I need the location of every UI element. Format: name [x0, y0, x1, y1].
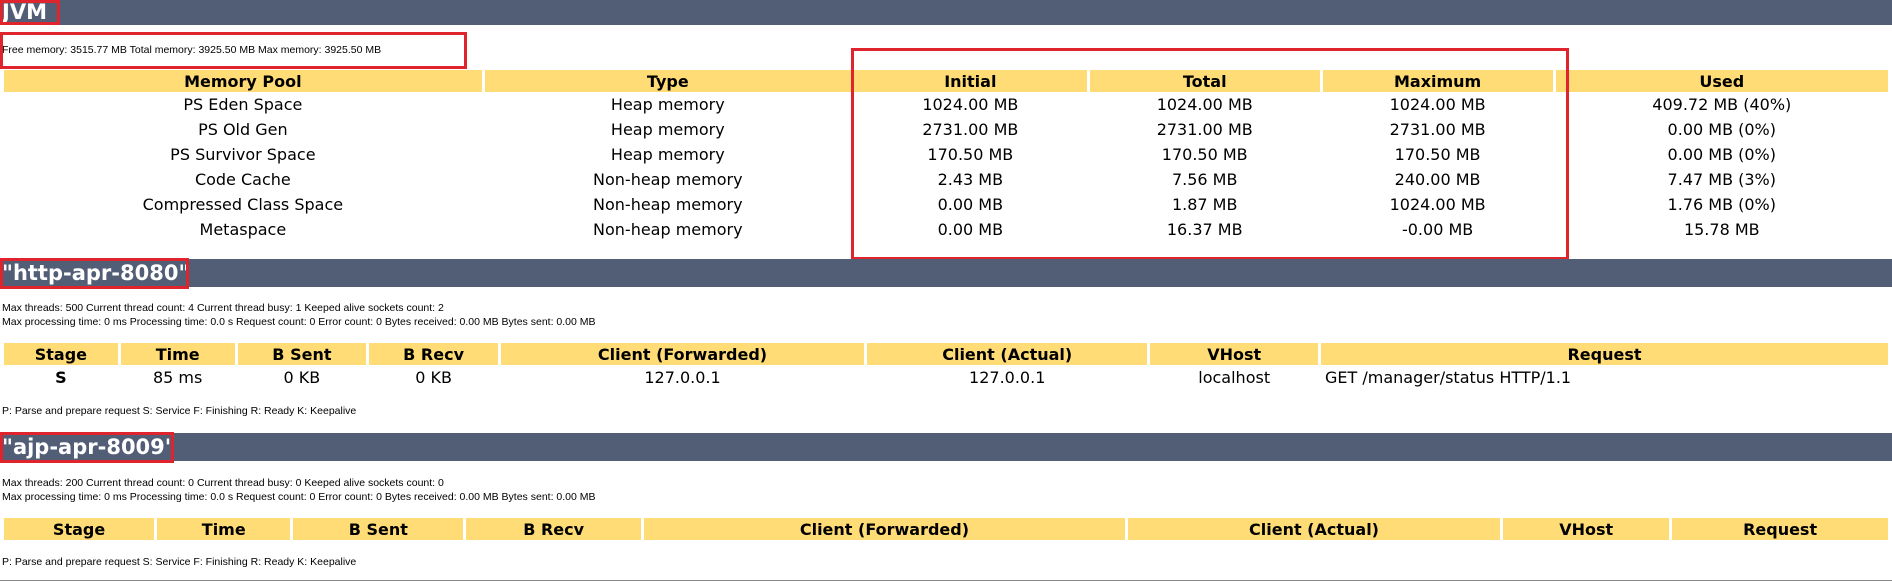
pool-type: Non-heap memory — [593, 170, 743, 189]
stage-value: S — [55, 368, 67, 387]
ajp-heading-highlight — [0, 432, 174, 463]
vhost-value: localhost — [1198, 368, 1271, 387]
pool-name: Code Cache — [194, 170, 291, 189]
col-bytes-sent: B Sent — [237, 343, 367, 365]
client-forwarded-value: 127.0.0.1 — [644, 368, 721, 387]
ajp-request-table: Stage Time B Sent B Recv Client (Forward… — [1, 518, 1891, 540]
ajp-header-row: Stage Time B Sent B Recv Client (Forward… — [4, 518, 1888, 540]
col-client-forwarded: Client (Forwarded) — [500, 343, 865, 365]
pool-type: Non-heap memory — [593, 195, 743, 214]
pool-type: Heap memory — [610, 145, 725, 164]
pool-name: PS Survivor Space — [170, 145, 316, 164]
col-request: Request — [1672, 518, 1888, 540]
pool-used: 0.00 MB (0%) — [1667, 145, 1776, 164]
col-time: Time — [120, 343, 235, 365]
client-actual-value: 127.0.0.1 — [969, 368, 1046, 387]
pool-name: PS Old Gen — [198, 120, 288, 139]
bottom-divider — [0, 580, 1892, 581]
jvm-section-header: JVM — [0, 0, 1892, 25]
col-request: Request — [1321, 343, 1888, 365]
col-time: Time — [157, 518, 291, 540]
col-client-actual: Client (Actual) — [867, 343, 1148, 365]
bytes-recv-value: 0 KB — [415, 368, 452, 387]
http-connector-header: "http-apr-8080" — [0, 259, 1892, 287]
col-stage: Stage — [4, 518, 155, 540]
memory-values-highlight — [851, 48, 1569, 260]
http-thread-info: Max threads: 500 Current thread count: 4… — [2, 302, 444, 314]
http-request-table: Stage Time B Sent B Recv Client (Forward… — [1, 343, 1891, 390]
pool-used: 409.72 MB (40%) — [1652, 95, 1792, 114]
jvm-heading-highlight — [0, 0, 60, 25]
pool-name: PS Eden Space — [183, 95, 303, 114]
col-bytes-recv: B Recv — [369, 343, 498, 365]
request-value: GET /manager/status HTTP/1.1 — [1325, 368, 1572, 387]
col-memory-pool: Memory Pool — [4, 70, 482, 92]
pool-used: 7.47 MB (3%) — [1667, 170, 1776, 189]
pool-used: 0.00 MB (0%) — [1667, 120, 1776, 139]
col-client-actual: Client (Actual) — [1127, 518, 1501, 540]
pool-type: Heap memory — [610, 95, 725, 114]
table-row: S 85 ms 0 KB 0 KB 127.0.0.1 127.0.0.1 lo… — [4, 365, 1888, 390]
time-value: 85 ms — [152, 368, 203, 387]
col-used: Used — [1555, 70, 1888, 92]
pool-type: Non-heap memory — [593, 220, 743, 239]
col-type: Type — [484, 70, 851, 92]
http-stage-legend: P: Parse and prepare request S: Service … — [2, 405, 357, 417]
col-bytes-recv: B Recv — [466, 518, 642, 540]
ajp-processing-info: Max processing time: 0 ms Processing tim… — [2, 491, 596, 503]
pool-used: 15.78 MB — [1683, 220, 1760, 239]
jvm-memory-summary-highlight — [0, 32, 467, 69]
col-client-forwarded: Client (Forwarded) — [644, 518, 1125, 540]
http-heading-highlight — [0, 258, 189, 289]
col-vhost: VHost — [1150, 343, 1319, 365]
pool-type: Heap memory — [610, 120, 725, 139]
http-header-row: Stage Time B Sent B Recv Client (Forward… — [4, 343, 1888, 365]
pool-used: 1.76 MB (0%) — [1667, 195, 1776, 214]
pool-name: Compressed Class Space — [142, 195, 344, 214]
ajp-thread-info: Max threads: 200 Current thread count: 0… — [2, 477, 444, 489]
pool-name: Metaspace — [199, 220, 287, 239]
col-stage: Stage — [4, 343, 118, 365]
bytes-sent-value: 0 KB — [283, 368, 321, 387]
col-vhost: VHost — [1503, 518, 1670, 540]
ajp-connector-header: "ajp-apr-8009" — [0, 433, 1892, 461]
col-bytes-sent: B Sent — [293, 518, 464, 540]
ajp-stage-legend: P: Parse and prepare request S: Service … — [2, 556, 357, 568]
http-processing-info: Max processing time: 0 ms Processing tim… — [2, 316, 596, 328]
